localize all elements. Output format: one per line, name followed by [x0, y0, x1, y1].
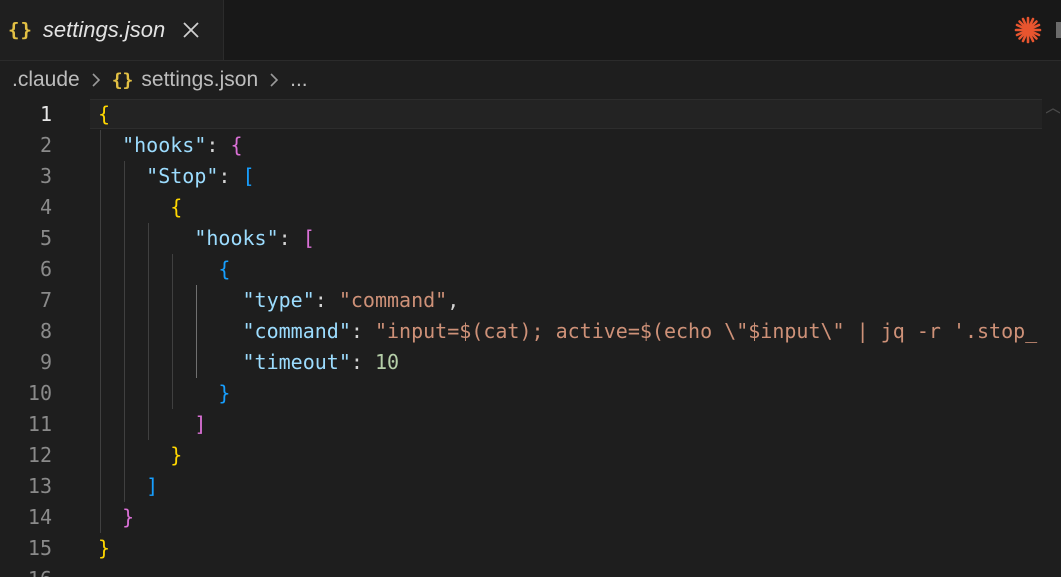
code-line[interactable]: 11 ]	[0, 409, 1061, 440]
code-token: :	[350, 319, 375, 343]
json-file-icon: {}	[111, 69, 134, 91]
tab-settings-json[interactable]: {} settings.json	[0, 0, 224, 60]
code-token: [	[302, 226, 315, 250]
line-number: 9	[39, 350, 52, 374]
code-line[interactable]: 16	[0, 564, 1061, 577]
code-line[interactable]: 3 "Stop": [	[0, 161, 1061, 192]
code-token: :	[350, 350, 375, 374]
json-file-icon: {}	[8, 19, 33, 41]
code-text: "type": "command",	[98, 285, 459, 316]
line-number: 6	[39, 257, 52, 281]
code-token: }	[98, 381, 231, 405]
code-token: "command"	[338, 288, 448, 312]
code-line[interactable]: 15}	[0, 533, 1061, 564]
breadcrumb: .claude {} settings.json ...	[0, 61, 1061, 99]
code-line[interactable]: 4 {	[0, 192, 1061, 223]
code-line[interactable]: 7 "type": "command",	[0, 285, 1061, 316]
code-token: "input=$(cat); active=$(echo \"$input\" …	[374, 319, 1038, 343]
line-number: 13	[27, 474, 52, 498]
line-number: 14	[27, 505, 52, 529]
tab-bar: {} settings.json	[0, 0, 1061, 61]
code-token: {	[98, 257, 231, 281]
code-token: :	[218, 164, 243, 188]
code-token: {	[98, 195, 183, 219]
code-line[interactable]: 8 "command": "input=$(cat); active=$(ech…	[0, 316, 1061, 347]
code-token: "timeout"	[98, 350, 351, 374]
chevron-right-icon	[90, 72, 102, 88]
code-token: }	[98, 505, 135, 529]
claude-icon[interactable]	[1014, 16, 1042, 44]
line-number: 12	[27, 443, 52, 467]
code-line[interactable]: 5 "hooks": [	[0, 223, 1061, 254]
code-token: ]	[98, 474, 159, 498]
code-text: {	[98, 192, 182, 223]
code-token: "hooks"	[98, 226, 279, 250]
code-text: "hooks": [	[98, 223, 315, 254]
code-token: [	[242, 164, 255, 188]
code-line[interactable]: 13 ]	[0, 471, 1061, 502]
line-number: 16	[0, 564, 52, 577]
code-line[interactable]: 2 "hooks": {	[0, 130, 1061, 161]
code-text: "Stop": [	[98, 161, 255, 192]
code-text: "hooks": {	[98, 130, 243, 161]
line-number: 3	[39, 164, 52, 188]
code-text: "timeout": 10	[98, 347, 399, 378]
chevron-right-icon	[268, 72, 280, 88]
code-text: {	[98, 254, 230, 285]
code-text: {	[98, 99, 110, 130]
code-token: "type"	[98, 288, 315, 312]
code-token: {	[98, 102, 111, 126]
code-token: :	[278, 226, 303, 250]
line-number: 5	[39, 226, 52, 250]
tab-label: settings.json	[42, 17, 166, 42]
code-text: }	[98, 378, 230, 409]
code-text: ]	[98, 471, 158, 502]
code-text: }	[98, 533, 110, 564]
code-text: ]	[98, 409, 206, 440]
code-token: "Stop"	[98, 164, 219, 188]
code-editor[interactable]: 1{2 "hooks": {3 "Stop": [4 {5 "hooks": […	[0, 99, 1061, 577]
code-line[interactable]: 14 }	[0, 502, 1061, 533]
code-line[interactable]: 10 }	[0, 378, 1061, 409]
code-line[interactable]: 9 "timeout": 10	[0, 347, 1061, 378]
code-token: ]	[98, 412, 207, 436]
line-number: 11	[27, 412, 52, 436]
code-token: 10	[374, 350, 400, 374]
code-token: {	[230, 133, 243, 157]
line-number: 2	[39, 133, 52, 157]
line-number: 1	[39, 102, 52, 126]
code-line[interactable]: 12 }	[0, 440, 1061, 471]
breadcrumb-folder[interactable]: .claude	[12, 68, 80, 92]
toolbar-overflow-edge	[1056, 22, 1061, 38]
code-line[interactable]: 1{	[0, 99, 1061, 130]
code-text: }	[98, 440, 182, 471]
line-number: 4	[39, 195, 52, 219]
code-token: ,	[447, 288, 460, 312]
line-number: 10	[27, 381, 52, 405]
line-number: 8	[39, 319, 52, 343]
close-icon[interactable]	[181, 20, 201, 40]
code-token: "command"	[98, 319, 351, 343]
code-token: }	[98, 536, 111, 560]
code-text: }	[98, 502, 134, 533]
code-token: :	[314, 288, 339, 312]
code-token: }	[98, 443, 183, 467]
breadcrumb-symbols[interactable]: ...	[290, 68, 308, 92]
code-line[interactable]: 6 {	[0, 254, 1061, 285]
code-text: "command": "input=$(cat); active=$(echo …	[98, 316, 1037, 347]
line-number: 15	[27, 536, 52, 560]
breadcrumb-file[interactable]: settings.json	[141, 68, 258, 92]
line-number: 7	[39, 288, 52, 312]
code-token: "hooks"	[98, 133, 207, 157]
code-token: :	[206, 133, 231, 157]
